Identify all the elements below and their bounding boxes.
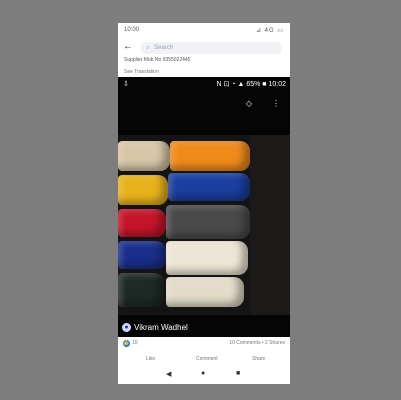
search-placeholder: Search — [154, 45, 174, 51]
fabric-roll — [118, 241, 166, 269]
reactions-bar: 👍 10 10 Comments • 2 Shares — [118, 337, 290, 349]
fabric-roll — [118, 141, 170, 171]
fabric-roll — [166, 241, 248, 275]
nav-back-icon[interactable]: ◀ — [166, 370, 171, 378]
nav-recents-icon[interactable]: ■ — [236, 370, 240, 377]
fabric-rolls-image — [118, 135, 290, 315]
see-translation-link[interactable]: See Translation — [124, 69, 159, 75]
nav-home-icon[interactable]: ● — [201, 370, 205, 377]
post-actions: Like Comment Share — [118, 354, 290, 364]
phone-screen: 10:00 ⊿ 4G ▭ ← ⌕ Search Supplier Mob No … — [118, 23, 290, 384]
likes-count[interactable]: 👍 10 — [123, 340, 138, 347]
share-button[interactable]: Share — [252, 356, 265, 362]
fabric-roll — [168, 173, 250, 201]
uploader-name: Vikram Wadhel — [134, 323, 188, 332]
status-time: 10:00 — [124, 27, 140, 33]
fabric-roll — [118, 209, 166, 237]
fabric-roll — [166, 277, 244, 307]
like-button[interactable]: Like — [146, 356, 155, 362]
status-bar: 10:00 ⊿ 4G ▭ — [118, 23, 290, 36]
uploader[interactable]: ● Vikram Wadhel — [122, 323, 188, 333]
comments-shares[interactable]: 10 Comments • 2 Shares — [229, 340, 285, 346]
avatar: ● — [122, 323, 131, 333]
status-icons: ⊿ 4G ▭ — [255, 28, 284, 34]
android-nav-bar: ◀ ● ■ — [118, 366, 290, 384]
more-options-icon[interactable]: ⋮ — [272, 99, 280, 108]
search-bar: ← ⌕ Search — [118, 39, 290, 57]
fabric-roll — [118, 273, 164, 307]
fabric-roll — [170, 141, 250, 171]
photo-status-icons: N ⊡ ◔ ▲ 65% ■ 10:02 — [216, 81, 286, 88]
search-icon: ⌕ — [146, 45, 150, 51]
shelf-background — [250, 135, 290, 315]
back-arrow-icon[interactable]: ← — [123, 41, 133, 52]
likes-number: 10 — [132, 340, 138, 346]
fabric-roll — [166, 205, 250, 239]
tag-icon[interactable]: ◇ — [246, 99, 252, 108]
search-input[interactable]: ⌕ Search — [140, 42, 282, 54]
fabric-roll — [118, 175, 168, 205]
comment-button[interactable]: Comment — [196, 356, 218, 362]
photo-status-bar: ⇩ N ⊡ ◔ ▲ 65% ■ 10:02 — [118, 77, 290, 91]
like-reaction-icon: 👍 — [123, 340, 130, 347]
download-icon: ⇩ — [123, 81, 129, 88]
post-text: Supplier Mob No 9355022445 — [124, 57, 191, 63]
post-photo[interactable]: ⇩ N ⊡ ◔ ▲ 65% ■ 10:02 ◇ ⋮ ● Vikram Wadhel — [118, 77, 290, 337]
